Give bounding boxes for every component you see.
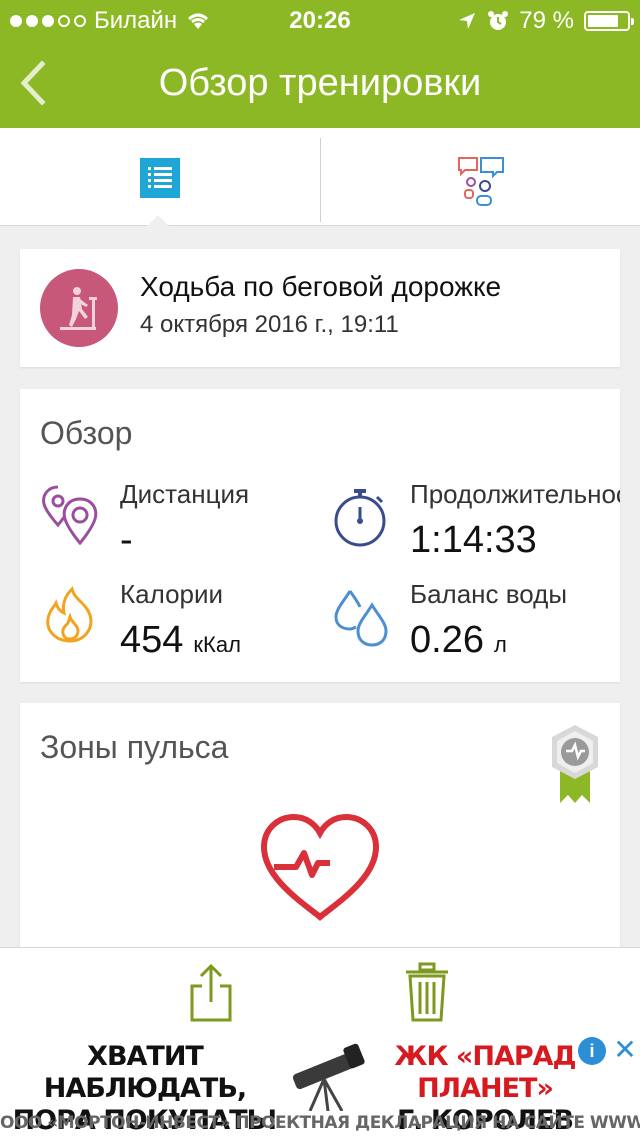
activity-card: Ходьба по беговой дорожке 4 октября 2016… — [20, 249, 620, 367]
battery-icon — [584, 11, 634, 31]
ad-disclaimer: ООО «МОРТОН-ИНВЕСТ» ПРОЕКТНАЯ ДЕКЛАРАЦИЯ… — [0, 1113, 640, 1133]
heart-pulse-icon — [260, 813, 380, 921]
ad-close-icon[interactable]: ✕ — [610, 1035, 640, 1065]
pulse-badge-icon[interactable] — [548, 723, 602, 807]
share-icon[interactable] — [188, 962, 234, 1022]
ad-right-line1: ЖК «ПАРАД ПЛАНЕТ» — [394, 1041, 576, 1104]
metric-water-label: Баланс воды — [410, 579, 568, 609]
metric-water-value: 0.26 л — [410, 619, 507, 661]
telescope-icon — [292, 1043, 365, 1111]
list-icon — [140, 158, 180, 198]
nav-bar: Обзор тренировки — [0, 40, 640, 128]
battery-percent: 79 % — [519, 7, 574, 34]
metric-duration-label: Продолжительность — [410, 479, 620, 509]
treadmill-icon — [60, 287, 97, 330]
overview-card: Обзор Дистанция - Продолжительность 1:14… — [20, 389, 620, 682]
metric-duration: Продолжительность 1:14:33 — [330, 479, 620, 569]
location-pins-icon — [42, 485, 98, 546]
metric-water: Баланс воды 0.26 л — [330, 579, 620, 669]
tab-overview[interactable] — [0, 128, 320, 227]
overview-title: Обзор — [40, 415, 133, 451]
metric-duration-value: 1:14:33 — [410, 519, 537, 561]
activity-avatar — [40, 269, 118, 347]
metric-calories-value: 454 кКал — [120, 619, 241, 661]
activity-name: Ходьба по беговой дорожке — [140, 271, 502, 302]
page-title: Обзор тренировки — [158, 62, 482, 104]
active-tab-indicator — [146, 215, 170, 227]
pulse-title: Зоны пульса — [40, 729, 229, 765]
trash-icon[interactable] — [404, 962, 450, 1022]
flame-icon — [46, 585, 93, 643]
pulse-zones-card: Зоны пульса — [20, 703, 620, 963]
social-feed-icon — [458, 157, 504, 206]
ad-info-icon[interactable]: i — [578, 1037, 606, 1065]
location-arrow-icon — [459, 13, 476, 29]
status-right: 79 % — [457, 7, 634, 35]
metric-distance: Дистанция - — [40, 479, 340, 569]
ad-left-line1: ХВАТИТ НАБЛЮДАТЬ, — [43, 1041, 247, 1104]
water-drops-icon — [334, 590, 388, 647]
activity-date: 4 октября 2016 г., 19:11 — [140, 311, 399, 338]
metric-distance-label: Дистанция — [120, 479, 250, 509]
metric-calories: Калории 454 кКал — [40, 579, 340, 669]
metric-calories-label: Калории — [120, 579, 224, 609]
tab-social[interactable] — [321, 128, 640, 226]
alarm-icon — [488, 11, 509, 30]
tab-bar — [0, 128, 640, 227]
metric-distance-value: - — [120, 519, 133, 561]
bottom-action-bar — [0, 947, 640, 1035]
ad-banner[interactable]: ХВАТИТ НАБЛЮДАТЬ, ПОРА ПОКУПАТЬ! ЖК «ПАР… — [0, 1035, 640, 1136]
stopwatch-icon — [334, 489, 386, 547]
status-bar: Билайн 20:26 79 % — [0, 0, 640, 40]
